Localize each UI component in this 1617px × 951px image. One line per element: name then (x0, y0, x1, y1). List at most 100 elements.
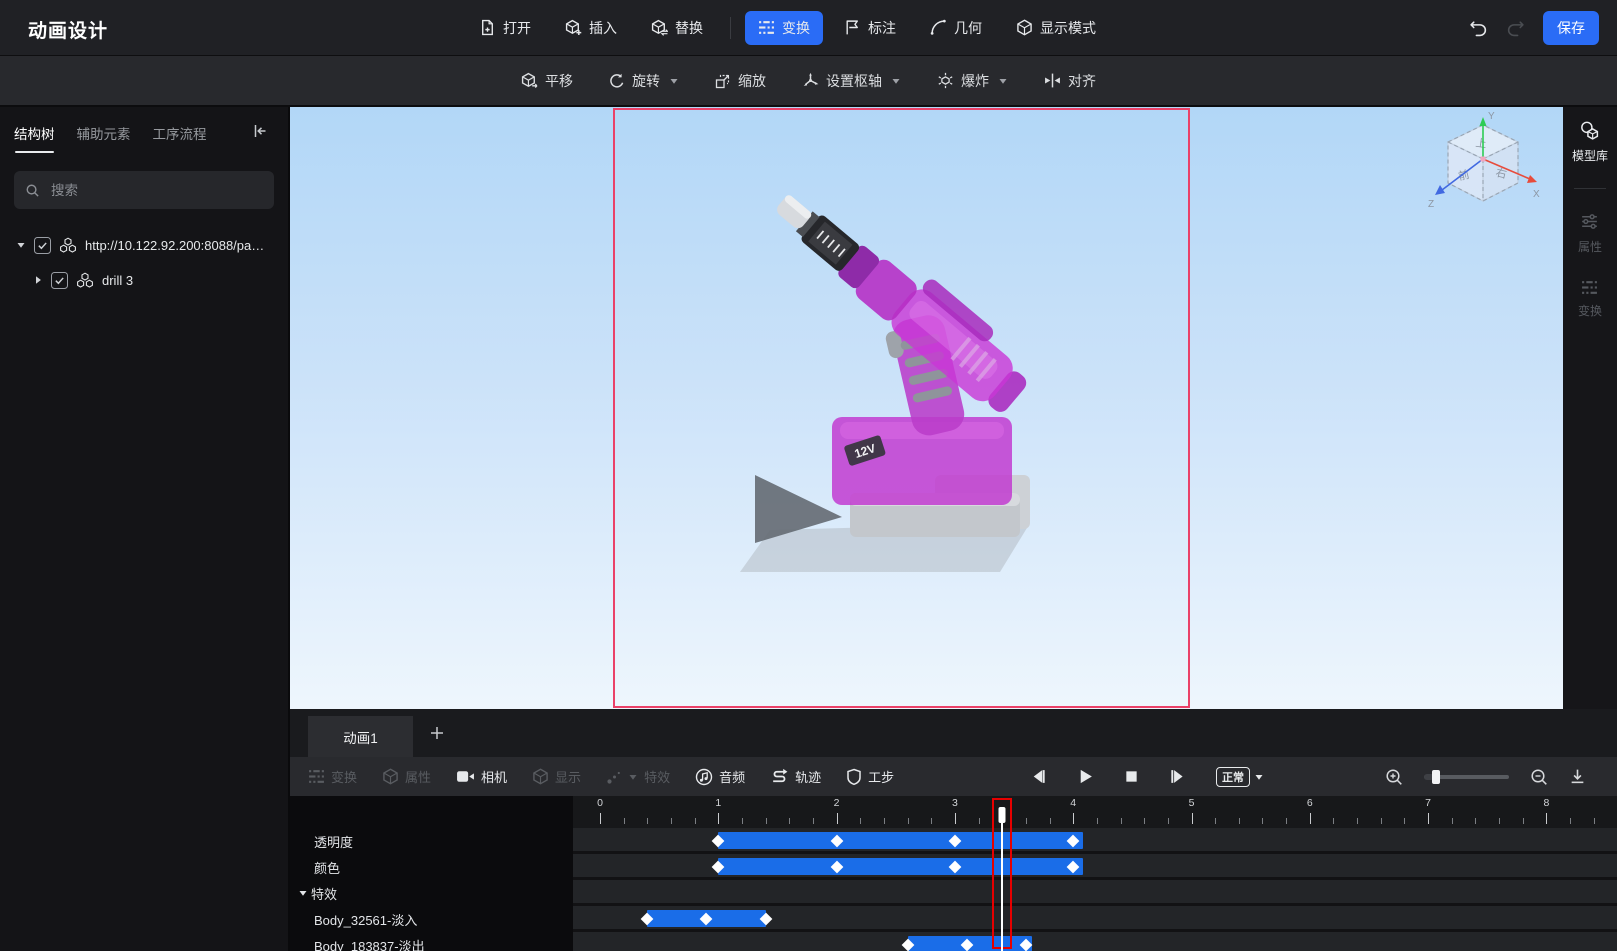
panel-divider (1574, 188, 1606, 189)
track-label-3[interactable]: Body_32561-淡入 (290, 906, 597, 932)
tool-pan-button[interactable]: 平移 (521, 71, 573, 91)
zoom-out-icon[interactable] (1530, 768, 1548, 786)
chevron-down-icon[interactable] (998, 76, 1008, 86)
track-row-2[interactable] (573, 880, 1617, 906)
track-label-4[interactable]: Body_183837-淡出 (290, 932, 597, 951)
timeline-tab-animation1[interactable]: 动画1 (308, 716, 413, 757)
timeline-zoom-slider[interactable] (1424, 769, 1509, 784)
topbar-display-mode-button[interactable]: 显示模式 (1003, 11, 1109, 45)
ruler-minor-tick (1380, 818, 1382, 824)
timeline-work-step-button[interactable]: 工步 (846, 767, 894, 786)
timeline-audio-button[interactable]: 音频 (695, 767, 745, 786)
axis-z-label: Z (1428, 199, 1434, 210)
tool-explode-label: 爆炸 (961, 72, 989, 89)
ruler-major-tick (1309, 813, 1311, 824)
timeline-trajectory-button[interactable]: 轨迹 (770, 767, 821, 786)
track-labels: 透明度 颜色 特效 Body_32561-淡入 Body_183837-淡出 (290, 796, 573, 951)
ruler-major-tick (1073, 813, 1075, 824)
checkbox-checked[interactable] (51, 271, 68, 289)
panel-properties-button[interactable]: 属性 (1578, 211, 1602, 255)
checkbox-checked[interactable] (34, 236, 51, 254)
track-row-4[interactable] (573, 932, 1617, 951)
playhead-line[interactable] (1001, 810, 1004, 951)
save-button[interactable]: 保存 (1543, 10, 1599, 45)
track-label-1[interactable]: 颜色 (290, 854, 597, 880)
timeline-display-button[interactable]: 显示 (532, 767, 581, 786)
tree-node-0[interactable]: http://10.122.92.200:8088/pack... (0, 233, 288, 257)
track-label-0[interactable]: 透明度 (290, 828, 597, 854)
chevron-down-icon (1254, 772, 1264, 782)
add-animation-icon[interactable] (429, 725, 445, 741)
viewport-3d[interactable]: 12V 上 前 右 Y Z X (290, 107, 1563, 709)
trajectory-icon (770, 768, 789, 785)
ruler-minor-tick (1286, 818, 1288, 824)
assembly-icon (76, 271, 94, 289)
keyframe-bar[interactable] (718, 832, 1083, 849)
tool-set-pivot-button[interactable]: 设置枢轴 (802, 71, 901, 91)
timeline-properties-button[interactable]: 属性 (382, 767, 431, 786)
tab-process-flow[interactable]: 工序流程 (153, 123, 207, 153)
cube-icon (532, 768, 549, 785)
ruler-minor-tick (623, 818, 625, 824)
ruler-minor-tick (1120, 818, 1122, 824)
topbar-geometry-button[interactable]: 几何 (917, 11, 995, 45)
tool-rotate-button[interactable]: 旋转 (609, 71, 679, 91)
ruler-minor-tick (1451, 818, 1453, 824)
ruler-major-tick (600, 813, 601, 824)
topbar-display-mode-label: 显示模式 (1040, 19, 1096, 36)
tool-explode-button[interactable]: 爆炸 (937, 71, 1008, 91)
stop-icon[interactable] (1124, 769, 1139, 784)
cube-move-icon (521, 72, 538, 89)
timeline-effects-button[interactable]: 特效 (606, 767, 670, 786)
topbar-open-label: 打开 (503, 19, 531, 36)
tab-aux-elements[interactable]: 辅助元素 (77, 123, 131, 153)
timeline-transform-button[interactable]: 变换 (308, 767, 357, 786)
tool-align-button[interactable]: 对齐 (1044, 71, 1096, 91)
step-forward-icon[interactable] (1169, 768, 1186, 785)
chevron-down-icon[interactable] (628, 772, 638, 782)
tree-node-1[interactable]: drill 3 (0, 268, 288, 292)
chevron-right-icon[interactable] (33, 275, 43, 285)
panel-transform-button[interactable]: 变换 (1578, 279, 1602, 319)
undo-icon[interactable] (1469, 18, 1488, 37)
redo-icon[interactable] (1506, 18, 1525, 37)
download-icon[interactable] (1569, 768, 1586, 785)
playhead-handle[interactable] (998, 807, 1006, 823)
ruler-minor-tick (1238, 818, 1240, 824)
collapse-panel-icon[interactable] (252, 123, 268, 139)
chevron-down-icon[interactable] (891, 76, 901, 86)
cube-icon (382, 768, 399, 785)
play-speed-button[interactable]: 正常 (1216, 766, 1264, 787)
keyframe-bar[interactable] (718, 858, 1083, 875)
topbar-annotate-button[interactable]: 标注 (831, 11, 909, 45)
view-cube[interactable]: 上 前 右 Y Z X (1418, 109, 1548, 229)
topbar-insert-label: 插入 (589, 19, 617, 36)
topbar-insert-button[interactable]: 插入 (552, 11, 630, 45)
search-box[interactable] (14, 171, 274, 209)
track-label-2[interactable]: 特效 (290, 880, 581, 906)
play-icon[interactable] (1077, 768, 1094, 785)
topbar-transform-button[interactable]: 变换 (745, 10, 823, 45)
chevron-down-icon[interactable] (669, 76, 679, 86)
chevron-down-icon[interactable] (298, 888, 308, 898)
zoom-in-icon[interactable] (1385, 768, 1403, 786)
timeline-camera-button[interactable]: 相机 (456, 767, 507, 786)
slider-handle[interactable] (1432, 769, 1440, 784)
search-input[interactable] (49, 181, 263, 199)
tab-structure-tree[interactable]: 结构树 (14, 123, 55, 153)
topbar-replace-button[interactable]: 替换 (638, 11, 716, 45)
chevron-down-icon[interactable] (16, 240, 26, 250)
topbar-open-button[interactable]: 打开 (466, 11, 544, 45)
timeline-panel: 动画1 变换 属性 相机 显示 特效 音频 轨迹 工步 正常 透明度 颜色 特效 Body_3256… (290, 709, 1617, 951)
ruler-label-7: 7 (1425, 797, 1432, 809)
viewcube-face-top[interactable]: 上 (1475, 136, 1488, 150)
drill-model[interactable]: 12V (700, 145, 1120, 625)
menu-separator (730, 16, 731, 39)
track-area[interactable]: 0 1 2 3 4 5 6 7 8 (573, 796, 1617, 951)
ruler-minor-tick (1357, 818, 1359, 824)
grid-dots-icon (308, 768, 325, 785)
step-backward-icon[interactable] (1030, 768, 1047, 785)
panel-model-library-button[interactable]: 模型库 (1572, 120, 1608, 164)
timeline-effects-label: 特效 (644, 770, 671, 785)
tool-scale-button[interactable]: 缩放 (715, 71, 766, 91)
